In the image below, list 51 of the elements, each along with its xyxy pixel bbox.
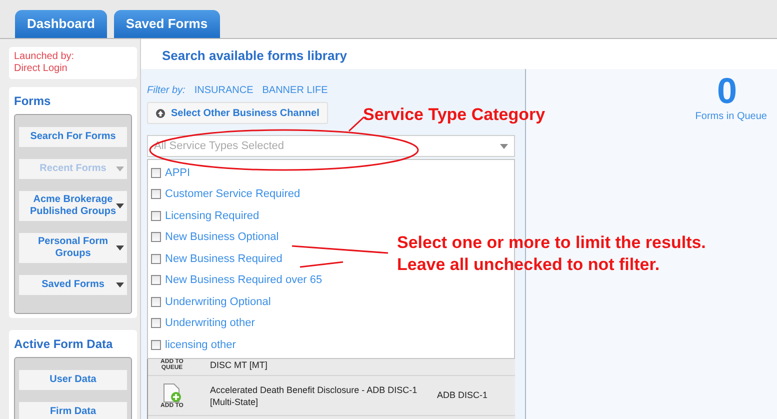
filter-value: INSURANCE [194,84,254,98]
annotation-text: Select one or more to limit the results. Leave all unchecked to not filter. [397,232,707,276]
checkbox[interactable] [151,340,161,350]
option-label[interactable]: Licensing Required [165,208,260,224]
checkbox[interactable] [151,318,161,328]
business-channel-button[interactable]: Select Other Business Channel [147,102,328,124]
option-label[interactable]: New Business Optional [165,229,279,246]
option-label[interactable]: New Business Required [165,250,282,267]
sidebar-button[interactable]: Saved Forms [19,275,127,295]
tab[interactable]: Saved Forms [114,10,220,38]
sidebar-button[interactable]: Search For Forms [19,127,127,147]
checkbox[interactable] [151,210,161,221]
launched-by-value: Direct Login [14,63,68,75]
add-document-icon[interactable] [161,382,183,402]
checkbox[interactable] [151,189,161,200]
checkbox[interactable] [151,254,161,264]
tab[interactable]: Dashboard [15,10,107,38]
option-label[interactable]: Customer Service Required [165,186,300,202]
sidebar-button[interactable]: User Data [19,370,127,390]
form-name: Accelerated Death Benefit Disclosure - ADB DISC-1 [Multi-State] [210,384,418,408]
caret-icon [116,246,124,250]
queue-count: 0 [716,73,737,109]
annotation-text: Service Type Category [363,104,546,126]
checkbox[interactable] [151,168,161,178]
checkbox[interactable] [151,275,161,286]
queue-label: Forms in Queue [695,110,767,124]
option-label[interactable]: Underwriting other [165,315,255,332]
caret-icon [116,204,124,208]
section-title: Forms [14,93,52,110]
filter-value: BANNER LIFE [262,84,328,98]
form-name: DISC MT [MT] [210,359,268,371]
page-title: Search available forms library [162,47,347,66]
launched-by-label: Launched by: [14,51,76,63]
caret-icon [116,282,124,288]
checkbox[interactable] [151,232,161,242]
form-code: ADB DISC-1 [437,388,488,402]
leader-line [348,116,365,132]
leader-line [300,261,344,268]
filter-label: Filter by: [147,84,186,98]
caret-icon [116,166,124,172]
option-label[interactable]: Underwriting Optional [165,294,271,310]
option-label[interactable]: licensing other [165,336,236,353]
option-label[interactable]: New Business Required over 65 [165,272,322,288]
option-label[interactable]: APPI [165,164,190,181]
section-title: Active Form Data [14,336,114,353]
sidebar-button[interactable]: Firm Data [19,402,127,419]
sidebar-button[interactable]: Personal Form Groups [19,233,127,263]
caret-icon [500,144,508,148]
up-arrow-icon [156,108,165,118]
sidebar-button[interactable]: Acme Brokerage Published Groups [19,191,127,221]
checkbox[interactable] [151,296,161,307]
